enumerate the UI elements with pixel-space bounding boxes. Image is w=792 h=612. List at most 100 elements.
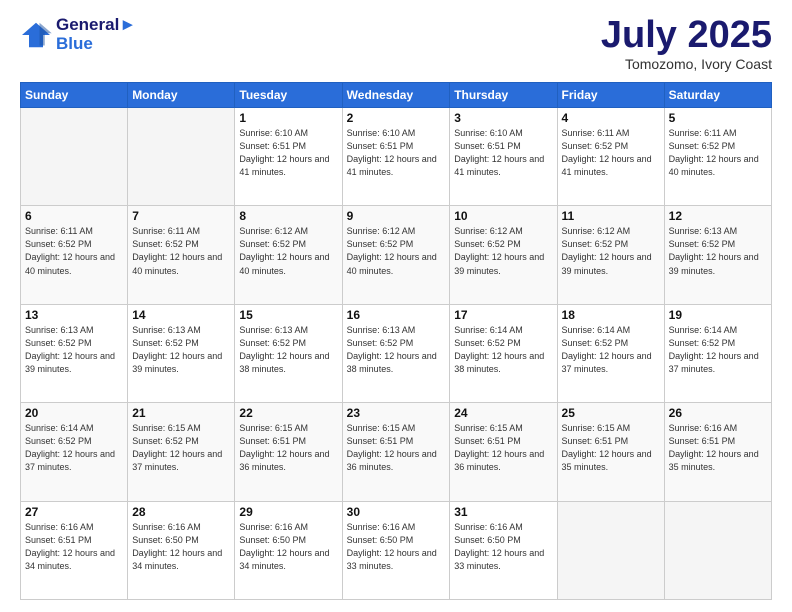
day-number: 13: [25, 308, 123, 322]
day-info: Sunrise: 6:16 AM Sunset: 6:51 PM Dayligh…: [669, 422, 767, 474]
day-info: Sunrise: 6:14 AM Sunset: 6:52 PM Dayligh…: [454, 324, 552, 376]
day-number: 4: [562, 111, 660, 125]
day-info: Sunrise: 6:16 AM Sunset: 6:51 PM Dayligh…: [25, 521, 123, 573]
calendar-cell: 31 Sunrise: 6:16 AM Sunset: 6:50 PM Dayli…: [450, 501, 557, 599]
day-number: 5: [669, 111, 767, 125]
day-info: Sunrise: 6:15 AM Sunset: 6:51 PM Dayligh…: [454, 422, 552, 474]
col-header-friday: Friday: [557, 83, 664, 108]
logo-icon: [20, 21, 52, 49]
calendar-cell: 22 Sunrise: 6:15 AM Sunset: 6:51 PM Dayli…: [235, 403, 342, 501]
day-number: 26: [669, 406, 767, 420]
day-info: Sunrise: 6:12 AM Sunset: 6:52 PM Dayligh…: [454, 225, 552, 277]
calendar-cell: 28 Sunrise: 6:16 AM Sunset: 6:50 PM Dayli…: [128, 501, 235, 599]
day-info: Sunrise: 6:15 AM Sunset: 6:51 PM Dayligh…: [239, 422, 337, 474]
page: General► Blue July 2025 Tomozomo, Ivory …: [0, 0, 792, 612]
day-info: Sunrise: 6:10 AM Sunset: 6:51 PM Dayligh…: [347, 127, 446, 179]
calendar-cell: 2 Sunrise: 6:10 AM Sunset: 6:51 PM Daylig…: [342, 108, 450, 206]
day-number: 8: [239, 209, 337, 223]
day-number: 1: [239, 111, 337, 125]
day-number: 12: [669, 209, 767, 223]
calendar-cell: 9 Sunrise: 6:12 AM Sunset: 6:52 PM Daylig…: [342, 206, 450, 304]
day-info: Sunrise: 6:12 AM Sunset: 6:52 PM Dayligh…: [562, 225, 660, 277]
calendar-cell: 3 Sunrise: 6:10 AM Sunset: 6:51 PM Daylig…: [450, 108, 557, 206]
day-number: 30: [347, 505, 446, 519]
header: General► Blue July 2025 Tomozomo, Ivory …: [20, 16, 772, 72]
day-info: Sunrise: 6:11 AM Sunset: 6:52 PM Dayligh…: [669, 127, 767, 179]
day-info: Sunrise: 6:11 AM Sunset: 6:52 PM Dayligh…: [562, 127, 660, 179]
logo-text: General► Blue: [56, 16, 136, 53]
day-number: 2: [347, 111, 446, 125]
day-number: 16: [347, 308, 446, 322]
day-number: 22: [239, 406, 337, 420]
day-info: Sunrise: 6:16 AM Sunset: 6:50 PM Dayligh…: [239, 521, 337, 573]
calendar-cell: 21 Sunrise: 6:15 AM Sunset: 6:52 PM Dayli…: [128, 403, 235, 501]
day-number: 28: [132, 505, 230, 519]
calendar-cell: 8 Sunrise: 6:12 AM Sunset: 6:52 PM Daylig…: [235, 206, 342, 304]
day-info: Sunrise: 6:14 AM Sunset: 6:52 PM Dayligh…: [669, 324, 767, 376]
calendar-cell: 29 Sunrise: 6:16 AM Sunset: 6:50 PM Dayli…: [235, 501, 342, 599]
calendar-cell: [128, 108, 235, 206]
day-number: 10: [454, 209, 552, 223]
calendar-cell: 5 Sunrise: 6:11 AM Sunset: 6:52 PM Daylig…: [664, 108, 771, 206]
calendar-cell: 24 Sunrise: 6:15 AM Sunset: 6:51 PM Dayli…: [450, 403, 557, 501]
day-info: Sunrise: 6:13 AM Sunset: 6:52 PM Dayligh…: [132, 324, 230, 376]
day-number: 14: [132, 308, 230, 322]
location-subtitle: Tomozomo, Ivory Coast: [601, 56, 772, 72]
calendar-cell: 20Sunrise: 6:14 AM Sunset: 6:52 PM Dayli…: [21, 403, 128, 501]
day-number: 3: [454, 111, 552, 125]
calendar-cell: 25Sunrise: 6:15 AM Sunset: 6:51 PM Dayli…: [557, 403, 664, 501]
day-info: Sunrise: 6:16 AM Sunset: 6:50 PM Dayligh…: [132, 521, 230, 573]
calendar-cell: 16Sunrise: 6:13 AM Sunset: 6:52 PM Dayli…: [342, 304, 450, 402]
day-info: Sunrise: 6:11 AM Sunset: 6:52 PM Dayligh…: [25, 225, 123, 277]
col-header-saturday: Saturday: [664, 83, 771, 108]
day-info: Sunrise: 6:16 AM Sunset: 6:50 PM Dayligh…: [454, 521, 552, 573]
day-number: 9: [347, 209, 446, 223]
calendar-cell: 7Sunrise: 6:11 AM Sunset: 6:52 PM Daylig…: [128, 206, 235, 304]
day-number: 29: [239, 505, 337, 519]
calendar-week-4: 20Sunrise: 6:14 AM Sunset: 6:52 PM Dayli…: [21, 403, 772, 501]
col-header-thursday: Thursday: [450, 83, 557, 108]
calendar-cell: [21, 108, 128, 206]
day-number: 18: [562, 308, 660, 322]
col-header-sunday: Sunday: [21, 83, 128, 108]
day-info: Sunrise: 6:12 AM Sunset: 6:52 PM Dayligh…: [239, 225, 337, 277]
col-header-monday: Monday: [128, 83, 235, 108]
calendar-week-2: 6 Sunrise: 6:11 AM Sunset: 6:52 PM Daylig…: [21, 206, 772, 304]
day-number: 11: [562, 209, 660, 223]
col-header-wednesday: Wednesday: [342, 83, 450, 108]
calendar-cell: 4 Sunrise: 6:11 AM Sunset: 6:52 PM Daylig…: [557, 108, 664, 206]
day-info: Sunrise: 6:14 AM Sunset: 6:52 PM Dayligh…: [562, 324, 660, 376]
day-number: 17: [454, 308, 552, 322]
calendar-cell: 23 Sunrise: 6:15 AM Sunset: 6:51 PM Dayli…: [342, 403, 450, 501]
day-info: Sunrise: 6:15 AM Sunset: 6:52 PM Dayligh…: [132, 422, 230, 474]
day-number: 15: [239, 308, 337, 322]
calendar-cell: 19Sunrise: 6:14 AM Sunset: 6:52 PM Dayli…: [664, 304, 771, 402]
calendar-cell: 1 Sunrise: 6:10 AM Sunset: 6:51 PM Daylig…: [235, 108, 342, 206]
logo: General► Blue: [20, 16, 136, 53]
day-number: 25: [562, 406, 660, 420]
day-info: Sunrise: 6:14 AM Sunset: 6:52 PM Dayligh…: [25, 422, 123, 474]
calendar-cell: [557, 501, 664, 599]
day-info: Sunrise: 6:13 AM Sunset: 6:52 PM Dayligh…: [239, 324, 337, 376]
calendar-cell: 14 Sunrise: 6:13 AM Sunset: 6:52 PM Dayli…: [128, 304, 235, 402]
day-info: Sunrise: 6:10 AM Sunset: 6:51 PM Dayligh…: [239, 127, 337, 179]
calendar-week-1: 1 Sunrise: 6:10 AM Sunset: 6:51 PM Daylig…: [21, 108, 772, 206]
day-number: 31: [454, 505, 552, 519]
calendar-table: SundayMondayTuesdayWednesdayThursdayFrid…: [20, 82, 772, 600]
calendar-cell: 17 Sunrise: 6:14 AM Sunset: 6:52 PM Dayli…: [450, 304, 557, 402]
day-info: Sunrise: 6:12 AM Sunset: 6:52 PM Dayligh…: [347, 225, 446, 277]
day-info: Sunrise: 6:13 AM Sunset: 6:52 PM Dayligh…: [25, 324, 123, 376]
title-block: July 2025 Tomozomo, Ivory Coast: [601, 16, 772, 72]
calendar-cell: 6 Sunrise: 6:11 AM Sunset: 6:52 PM Daylig…: [21, 206, 128, 304]
day-number: 6: [25, 209, 123, 223]
day-number: 23: [347, 406, 446, 420]
calendar-cell: 11 Sunrise: 6:12 AM Sunset: 6:52 PM Dayli…: [557, 206, 664, 304]
calendar-cell: 15 Sunrise: 6:13 AM Sunset: 6:52 PM Dayli…: [235, 304, 342, 402]
day-info: Sunrise: 6:11 AM Sunset: 6:52 PM Dayligh…: [132, 225, 230, 277]
calendar-cell: 18 Sunrise: 6:14 AM Sunset: 6:52 PM Dayli…: [557, 304, 664, 402]
day-number: 21: [132, 406, 230, 420]
day-info: Sunrise: 6:10 AM Sunset: 6:51 PM Dayligh…: [454, 127, 552, 179]
day-number: 24: [454, 406, 552, 420]
calendar-cell: 30Sunrise: 6:16 AM Sunset: 6:50 PM Dayli…: [342, 501, 450, 599]
day-info: Sunrise: 6:15 AM Sunset: 6:51 PM Dayligh…: [347, 422, 446, 474]
